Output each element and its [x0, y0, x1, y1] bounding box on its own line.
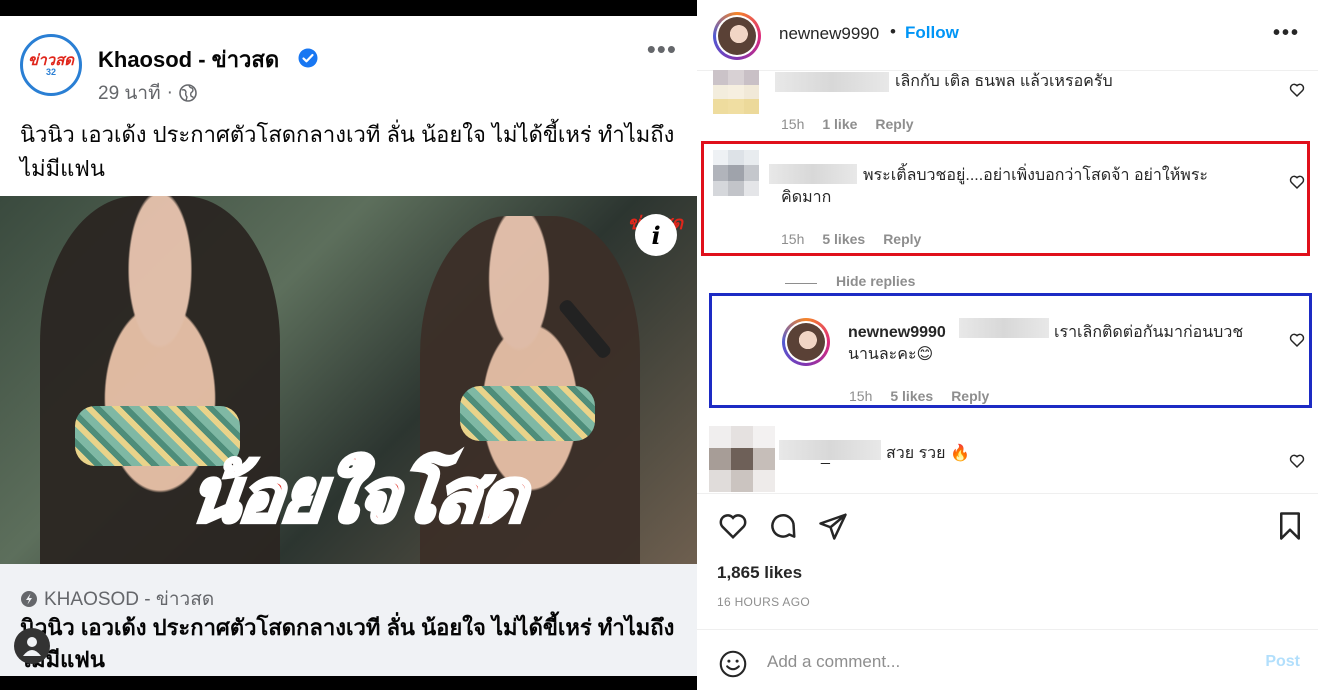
reply-time[interactable]: 15h — [849, 388, 872, 404]
reply-button[interactable]: Reply — [875, 116, 913, 132]
hide-replies-line — [785, 283, 817, 284]
follow-button[interactable]: Follow — [905, 23, 959, 43]
comment-meta: 15h 5 likes Reply — [781, 231, 921, 247]
reply-text: เราเลิกติดต่อกันมาก่อนบวชนานละคะ😊 — [848, 324, 1244, 363]
comment-meta: 15h 1 like Reply — [781, 116, 914, 132]
separator-dot: • — [890, 22, 896, 41]
link-domain: KHAOSOD - ข่าวสด — [20, 584, 214, 614]
post-time[interactable]: 29 นาที — [98, 78, 161, 108]
comment-avatar[interactable] — [709, 426, 775, 492]
heart-icon[interactable] — [1289, 82, 1305, 98]
user-avatar-icon[interactable] — [14, 628, 50, 664]
instagram-panel: newnew9990 • Follow ••• เลิกกับ เติล ธนพ… — [697, 0, 1318, 690]
comment-likes[interactable]: 5 likes — [822, 231, 865, 247]
info-icon[interactable]: i — [635, 214, 677, 256]
link-title: นิวนิว เอวเด้ง ประกาศตัวโสดกลางเวที ลั่น… — [20, 615, 675, 672]
separator-dot: · — [166, 82, 173, 103]
post-meta: 29 นาที · — [98, 78, 197, 108]
comment-text: เลิกกับ เติล ธนพล แล้วเหรอครับ — [895, 73, 1113, 90]
comment-icon[interactable] — [768, 511, 798, 541]
more-options-icon[interactable]: ••• — [647, 36, 677, 62]
link-domain-text: KHAOSOD - ข่าวสด — [44, 589, 215, 610]
divider — [697, 493, 1318, 494]
more-options-icon[interactable]: ••• — [1273, 22, 1300, 45]
facebook-post: ข่าวสด 32 Khaosod - ข่าวสด 29 นาที · •••… — [0, 16, 697, 676]
username-separator: _ — [821, 448, 830, 465]
reply-meta: 15h 5 likes Reply — [849, 388, 989, 404]
blurred-username — [779, 440, 881, 460]
comment-text: พระเติ้ลบวชอยู่....อย่าเพิ่งบอกว่าโสดจ้า… — [781, 167, 1208, 206]
image-detail — [460, 386, 595, 441]
bookmark-icon[interactable] — [1275, 511, 1305, 541]
logo-sub: 32 — [45, 67, 56, 77]
heart-icon[interactable] — [1289, 174, 1305, 190]
ig-header: newnew9990 • Follow ••• — [697, 0, 1318, 71]
comment-text: สวย รวย 🔥 — [886, 445, 970, 462]
comment-time[interactable]: 15h — [781, 231, 804, 247]
link-preview[interactable]: KHAOSOD - ข่าวสด นิวนิว เอวเด้ง ประกาศตั… — [0, 564, 697, 676]
reply-avatar[interactable] — [782, 318, 830, 366]
divider — [697, 629, 1318, 630]
blurred-username — [775, 72, 889, 92]
reply-button[interactable]: Reply — [883, 231, 921, 247]
emoji-icon[interactable] — [719, 650, 747, 678]
comment-time[interactable]: 15h — [781, 116, 804, 132]
heart-icon[interactable] — [1289, 332, 1305, 348]
post-caption: นิวนิว เอวเด้ง ประกาศตัวโสดกลางเวที ลั่น… — [20, 122, 675, 181]
post-date: 16 HOURS AGO — [717, 595, 810, 609]
reply-button[interactable]: Reply — [951, 388, 989, 404]
post-image[interactable]: ข่าวสด i น้อยใจโสด — [0, 196, 697, 564]
page-avatar[interactable]: ข่าวสด 32 — [20, 34, 82, 96]
verified-badge-icon — [298, 48, 318, 68]
post-button[interactable]: Post — [1265, 653, 1300, 671]
heart-icon[interactable] — [1289, 453, 1305, 469]
reply-likes[interactable]: 5 likes — [890, 388, 933, 404]
comment-avatar[interactable] — [713, 150, 759, 196]
comment-input[interactable]: Add a comment... — [767, 652, 900, 672]
globe-icon — [179, 84, 197, 102]
hide-replies-button[interactable]: Hide replies — [836, 273, 915, 289]
page-name[interactable]: Khaosod - ข่าวสด — [98, 42, 279, 77]
share-icon[interactable] — [818, 511, 848, 541]
likes-count[interactable]: 1,865 likes — [717, 563, 802, 583]
image-overlay-text: น้อยใจโสด — [184, 452, 532, 539]
username[interactable]: newnew9990 — [779, 24, 879, 44]
link-icon — [21, 591, 37, 607]
profile-avatar[interactable] — [713, 12, 761, 60]
comment-avatar[interactable] — [713, 70, 759, 114]
comment-likes[interactable]: 1 like — [822, 116, 857, 132]
like-heart-icon[interactable] — [718, 511, 748, 541]
logo-text: ข่าวสด — [28, 52, 74, 69]
